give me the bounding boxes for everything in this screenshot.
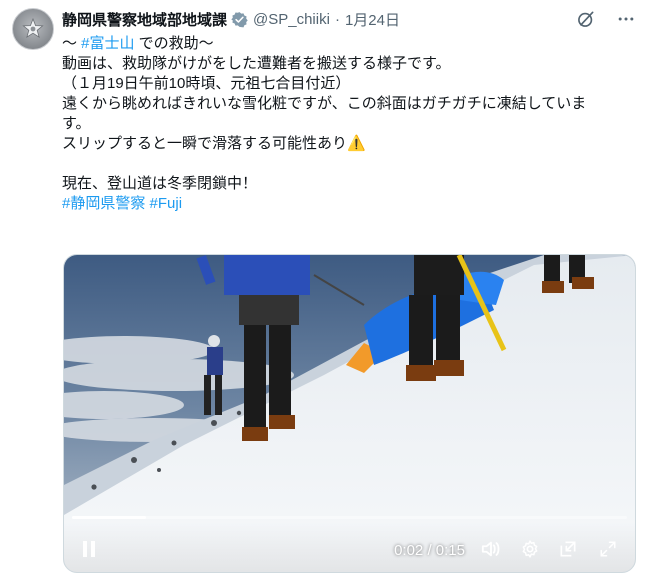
text-line: 動画は、救助隊がけがをした遭難者を搬送する様子です。 [62, 55, 451, 72]
police-emblem-icon [22, 17, 44, 39]
hashtag-line: #静岡県警察 #Fuji [62, 194, 647, 214]
text-line: す。 [62, 115, 91, 132]
progress-bar[interactable] [72, 516, 627, 519]
display-name[interactable]: 静岡県警察地域部地域課 [62, 9, 227, 30]
fullscreen-icon[interactable] [597, 538, 619, 560]
user-handle[interactable]: @SP_chiiki [253, 11, 330, 28]
text-line: スリップすると一瞬で滑落する可能性あり⚠️ [62, 135, 366, 152]
text-line: 現在、登山道は冬季閉鎖中！ [62, 175, 258, 192]
hashtag-shizuoka-police[interactable]: #静岡県警察 [62, 195, 145, 212]
text-line: 〜 #富士山 での救助〜 [62, 34, 647, 54]
separator: · [334, 10, 340, 28]
volume-icon[interactable] [479, 538, 503, 560]
time-total: 0:15 [435, 542, 465, 559]
video-controls: 0:02 / 0:15 [64, 522, 635, 572]
post-text: 〜 #富士山 での救助〜 動画は、救助隊がけがをした遭難者を搬送する様子です。 … [62, 34, 647, 214]
pause-icon[interactable] [78, 538, 100, 560]
dock-icon[interactable] [557, 538, 579, 560]
video-time: 0:02 / 0:15 [394, 542, 465, 559]
post-header: 静岡県警察地域部地域課 @SP_chiiki · 1月24日 [62, 8, 400, 30]
text-segment: 〜 [62, 35, 82, 52]
text-line: 遠くから眺めればきれいな雪化粧ですが、この斜面はガチガチに凍結していま [62, 95, 587, 112]
post-date[interactable]: 1月24日 [345, 9, 400, 30]
time-current: 0:02 [394, 542, 424, 559]
text-line: （１月19日午前10時頃、元祖七合目付近） [62, 75, 351, 92]
time-separator: / [423, 542, 436, 559]
hashtag-fuji[interactable]: #Fuji [150, 195, 183, 212]
video-player[interactable]: 0:02 / 0:15 [63, 254, 636, 573]
more-options-icon[interactable] [615, 8, 637, 30]
grok-icon[interactable] [575, 8, 597, 30]
settings-icon[interactable] [519, 538, 541, 560]
avatar[interactable] [12, 8, 54, 50]
hashtag-fujisan[interactable]: #富士山 [81, 35, 134, 52]
progress-fill [72, 516, 146, 519]
post-actions [575, 8, 637, 30]
text-segment: での救助〜 [134, 35, 214, 52]
verified-badge-icon [231, 11, 248, 28]
